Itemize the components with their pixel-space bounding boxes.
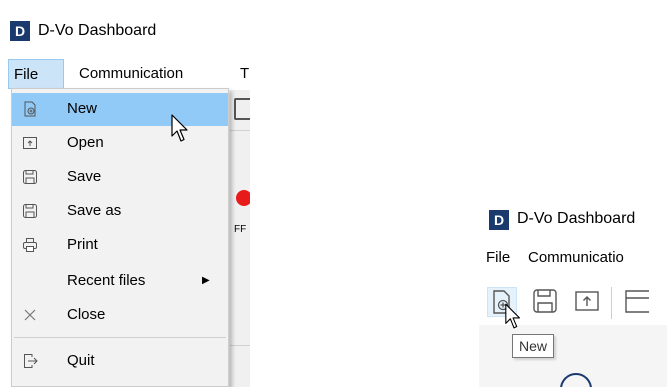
document-icon: [625, 290, 649, 313]
menu-item-new[interactable]: New: [12, 93, 228, 126]
menu-bar: File Communicatio: [455, 241, 667, 275]
menu-item-label: Save as: [67, 202, 122, 219]
open-file-icon: [23, 137, 37, 149]
mouse-cursor-icon: [505, 303, 520, 329]
toolbar: [455, 281, 667, 325]
menu-truncated[interactable]: T: [240, 59, 249, 89]
menu-item-label: Print: [67, 236, 98, 253]
menu-communication[interactable]: Communication: [79, 59, 183, 89]
menu-communication[interactable]: Communicatio: [528, 241, 624, 275]
file-dropdown-menu: New Open Save Save as Print Recent files…: [11, 88, 229, 387]
print-icon: [23, 238, 37, 252]
save-button[interactable]: [531, 287, 561, 317]
menu-item-recent-files[interactable]: Recent files ▶: [12, 265, 228, 298]
mouse-cursor-icon: [171, 114, 188, 142]
menu-item-open[interactable]: Open: [12, 127, 228, 160]
save-icon: [23, 170, 37, 184]
menu-item-print[interactable]: Print: [12, 229, 228, 262]
menu-item-label: Close: [67, 306, 106, 323]
status-red-dot: [236, 190, 250, 206]
submenu-arrow-icon: ▶: [202, 275, 210, 286]
menu-item-label: New: [67, 100, 98, 117]
menu-item-save-as[interactable]: Save as: [12, 195, 228, 228]
toolbar-button-partial[interactable]: [621, 287, 651, 317]
title-bar: D D-Vo Dashboard: [0, 0, 250, 60]
menu-item-label: Open: [67, 134, 104, 151]
background-toolbar: [230, 90, 250, 387]
new-file-icon: [24, 101, 36, 117]
window-title: D-Vo Dashboard: [517, 210, 636, 227]
menu-file[interactable]: File: [8, 59, 64, 89]
save-as-icon: [23, 204, 37, 218]
save-icon: [533, 289, 557, 313]
left-screenshot: D D-Vo Dashboard File Communication T FF…: [0, 0, 250, 387]
open-file-icon: [575, 291, 599, 311]
toolbar-icon-partial: [234, 98, 250, 120]
window-title: D-Vo Dashboard: [38, 22, 157, 39]
menu-item-quit[interactable]: Quit: [12, 345, 228, 378]
menu-bar: File Communication T: [0, 59, 250, 89]
menu-item-label: Quit: [67, 352, 95, 369]
menu-item-label: Recent files: [67, 272, 146, 289]
tooltip: New: [512, 334, 555, 358]
menu-file[interactable]: File: [486, 241, 510, 275]
app-logo: D: [10, 21, 30, 41]
quit-icon: [24, 354, 38, 368]
app-logo: D: [489, 210, 509, 230]
menu-item-close[interactable]: Close: [12, 299, 228, 332]
menu-item-save[interactable]: Save: [12, 161, 228, 194]
divider: [230, 130, 250, 131]
toolbar-separator: [611, 287, 612, 319]
right-screenshot: D D-Vo Dashboard File Communicatio New: [455, 193, 667, 387]
close-icon: [24, 309, 36, 321]
background-text-fragment: FF: [234, 224, 247, 235]
menu-item-label: Save: [67, 168, 102, 185]
menu-separator: [14, 337, 226, 338]
open-button[interactable]: [573, 287, 603, 317]
divider: [230, 345, 250, 346]
